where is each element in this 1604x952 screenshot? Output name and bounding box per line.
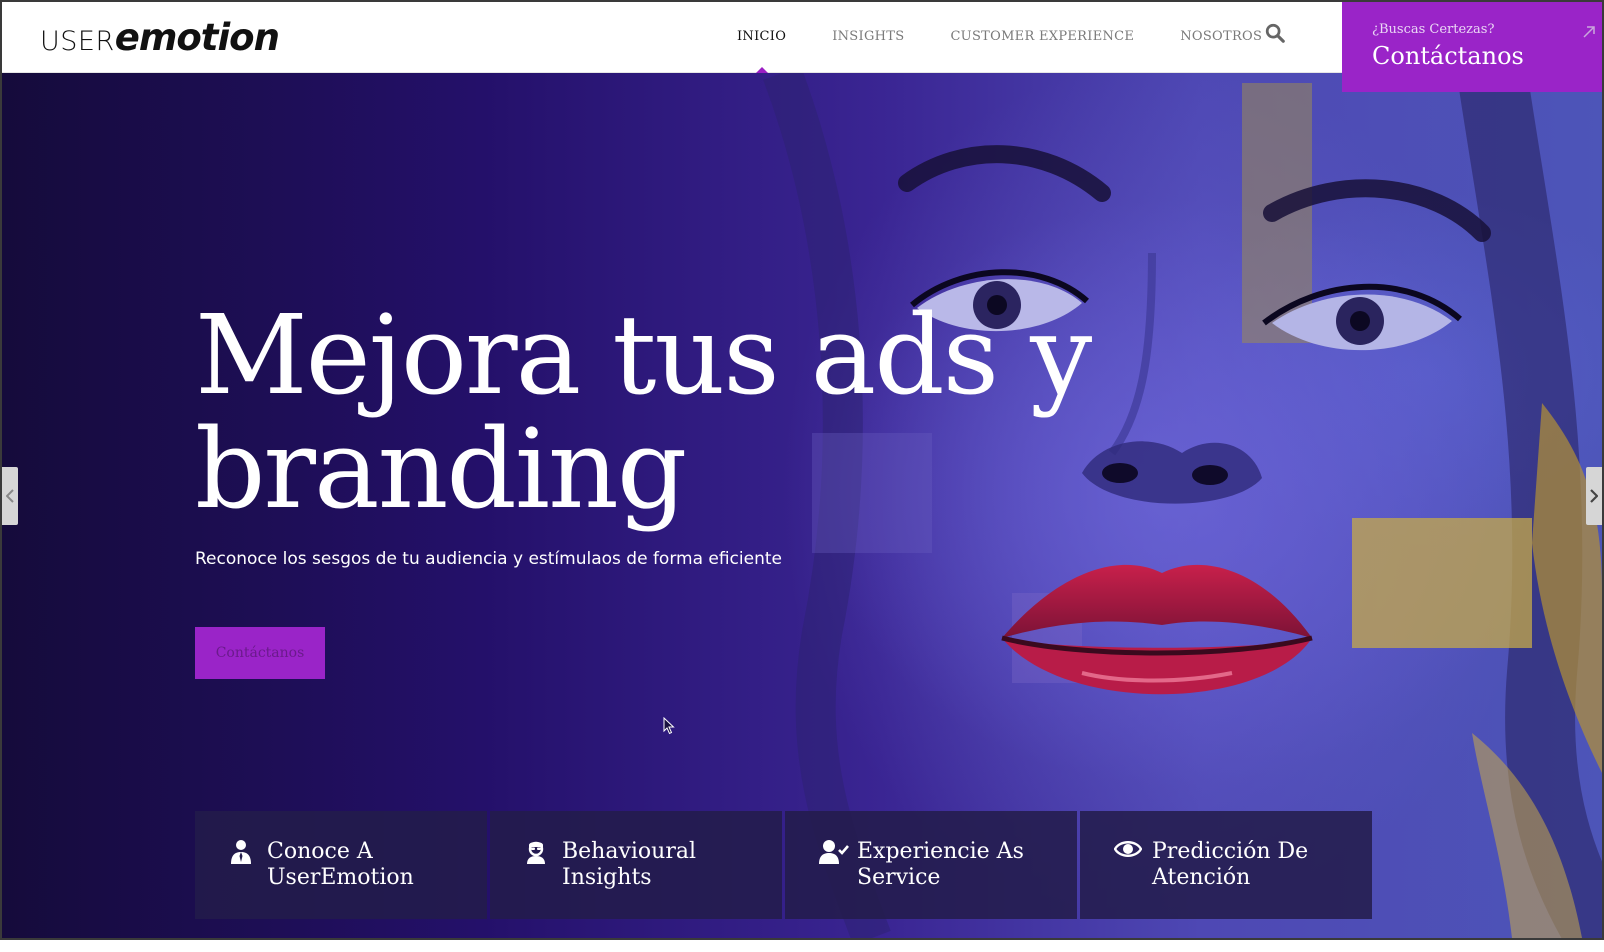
search-icon[interactable] <box>1264 22 1290 48</box>
nav-item-nosotros[interactable]: NOSOTROS <box>1180 2 1262 72</box>
user-secret-icon <box>524 839 550 865</box>
logo-user-text: USER <box>40 26 115 57</box>
logo-emotion-text: emotion <box>114 16 280 59</box>
feature-label-line-2: Insights <box>562 865 652 890</box>
feature-label-line-1: Conoce A <box>267 839 373 864</box>
nav-item-inicio[interactable]: INICIO <box>737 2 786 73</box>
nav-item-insights[interactable]: INSIGHTS <box>832 2 904 72</box>
mouse-cursor-icon <box>663 716 675 739</box>
feature-card-experience[interactable]: Experiencie As Service <box>785 811 1077 919</box>
cta-question-text: ¿Buscas Certezas? <box>1372 22 1495 37</box>
cta-contact-text: Contáctanos <box>1372 42 1524 70</box>
feature-card-prediccion[interactable]: Predicción De Atención <box>1080 811 1372 919</box>
hero-contact-button[interactable]: Contáctanos <box>195 627 325 679</box>
main-nav: INICIO INSIGHTS CUSTOMER EXPERIENCE NOSO… <box>737 2 1308 73</box>
slider-next-button[interactable] <box>1586 467 1602 525</box>
arrow-up-right-icon <box>1582 24 1596 38</box>
hero-title-line-1: Mejora tus ads y <box>195 291 1092 419</box>
feature-label: Conoce A UserEmotion <box>267 839 477 891</box>
feature-label: Behavioural Insights <box>562 839 772 891</box>
site-logo[interactable]: USER emotion <box>40 16 280 59</box>
hero-title: Mejora tus ads y branding <box>195 298 1195 526</box>
person-icon <box>229 839 255 865</box>
feature-label: Experiencie As Service <box>857 839 1067 891</box>
feature-cards: Conoce A UserEmotion Behavioural Insight… <box>195 811 1375 919</box>
feature-label-line-2: Service <box>857 865 941 890</box>
feature-label-line-1: Predicción De <box>1152 839 1309 864</box>
feature-card-conoce[interactable]: Conoce A UserEmotion <box>195 811 487 919</box>
contact-cta-button[interactable]: ¿Buscas Certezas? Contáctanos <box>1342 2 1602 92</box>
feature-label: Predicción De Atención <box>1152 839 1362 891</box>
user-check-icon <box>819 839 849 865</box>
browser-viewport: USER emotion INICIO INSIGHTS CUSTOMER EX… <box>0 0 1604 940</box>
feature-label-line-2: UserEmotion <box>267 865 414 890</box>
hero-subtitle: Reconoce los sesgos de tu audiencia y es… <box>195 549 782 569</box>
chevron-left-icon <box>6 489 14 503</box>
eye-icon <box>1113 839 1143 865</box>
feature-label-line-1: Experiencie As <box>857 839 1024 864</box>
slider-prev-button[interactable] <box>2 467 18 525</box>
feature-card-behavioural[interactable]: Behavioural Insights <box>490 811 782 919</box>
feature-label-line-2: Atención <box>1152 865 1251 890</box>
hero-slider: Mejora tus ads y branding Reconoce los s… <box>2 73 1602 938</box>
chevron-right-icon <box>1590 489 1598 503</box>
nav-item-customer-experience[interactable]: CUSTOMER EXPERIENCE <box>950 2 1134 72</box>
feature-label-line-1: Behavioural <box>562 839 697 864</box>
hero-title-line-2: branding <box>195 405 687 533</box>
